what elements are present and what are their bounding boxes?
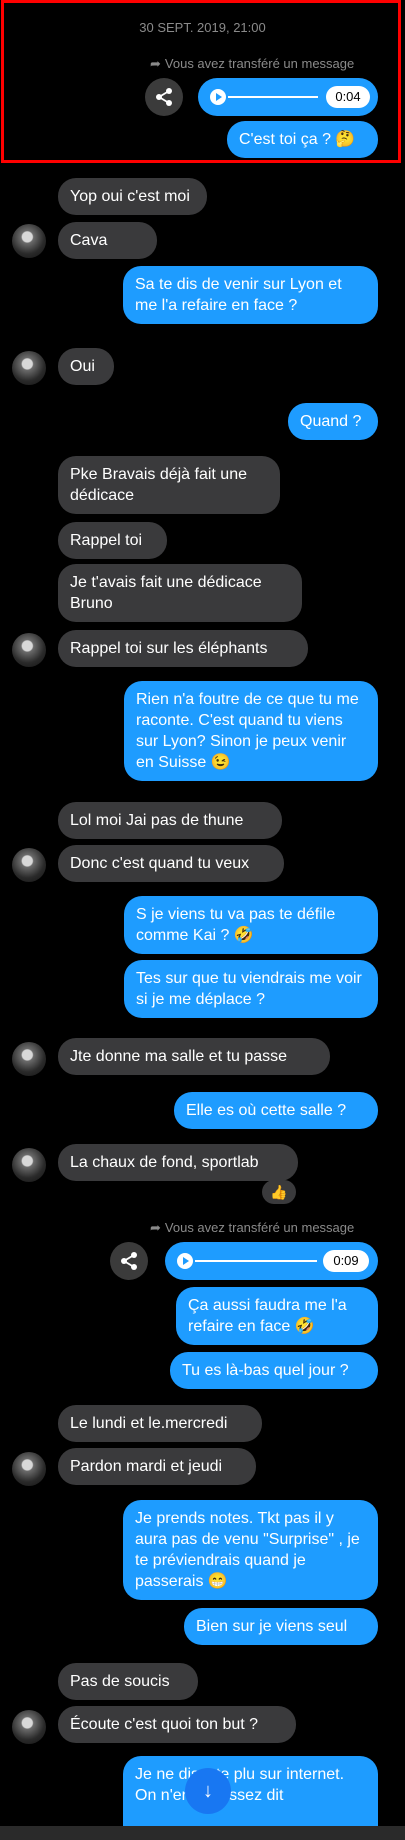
message-bubble-incoming[interactable]: Rappel toi sur les éléphants [58, 630, 308, 667]
avatar[interactable] [12, 1710, 46, 1744]
forward-notice: ➦ Vous avez transféré un message [150, 1220, 354, 1236]
audio-duration: 0:09 [323, 1250, 369, 1272]
message-bubble-incoming[interactable]: Cava [58, 222, 157, 259]
message-bubble-incoming[interactable]: Yop oui c'est moi [58, 178, 207, 215]
message-bubble-outgoing[interactable]: Ça aussi faudra me l'a refaire en face 🤣 [176, 1287, 378, 1345]
audio-duration: 0:04 [326, 86, 370, 108]
avatar[interactable] [12, 848, 46, 882]
message-bubble-incoming[interactable]: Pke Bravais déjà fait une dédicace [58, 456, 280, 514]
message-bubble-outgoing[interactable]: Quand ? [288, 403, 378, 440]
audio-message-1[interactable]: 0:04 [198, 78, 378, 116]
share-button[interactable] [110, 1242, 148, 1280]
audio-progress-track[interactable] [228, 96, 318, 98]
arrow-down-icon: ↓ [203, 1780, 213, 1802]
message-bubble-outgoing[interactable]: Je prends notes. Tkt pas il y aura pas d… [123, 1500, 378, 1600]
message-bubble-outgoing[interactable]: S je viens tu va pas te défile comme Kai… [124, 896, 378, 954]
message-bubble-incoming[interactable]: Le lundi et le.mercredi [58, 1405, 262, 1442]
message-bubble-incoming[interactable]: Oui [58, 348, 114, 385]
message-bubble-incoming[interactable]: La chaux de fond, sportlab [58, 1144, 298, 1181]
avatar[interactable] [12, 1452, 46, 1486]
forward-notice-text: Vous avez transféré un message [164, 1220, 355, 1235]
message-bubble-outgoing[interactable]: Tu es là-bas quel jour ? [170, 1352, 378, 1389]
message-bubble-incoming[interactable]: Pas de soucis [58, 1663, 198, 1700]
avatar[interactable] [12, 1042, 46, 1076]
message-bubble-outgoing[interactable]: Elle es où cette salle ? [174, 1092, 378, 1129]
scroll-to-bottom-button[interactable]: ↓ [185, 1768, 231, 1814]
audio-message-2[interactable]: 0:09 [165, 1242, 378, 1280]
message-bubble-incoming[interactable]: Je t'avais fait une dédicace Bruno [58, 564, 302, 622]
message-bubble-incoming[interactable]: Pardon mardi et jeudi [58, 1448, 256, 1485]
forward-notice-text: Vous avez transféré un message [164, 56, 355, 71]
share-icon [156, 88, 172, 106]
avatar[interactable] [12, 633, 46, 667]
message-bubble-outgoing[interactable]: Rien n'a foutre de ce que tu me raconte.… [124, 681, 378, 781]
play-icon[interactable] [177, 1253, 193, 1269]
message-bubble-incoming[interactable]: Écoute c'est quoi ton but ? [58, 1706, 296, 1743]
message-bubble-outgoing[interactable]: C'est toi ça ? 🤔 [227, 121, 378, 158]
bottom-bar [0, 1826, 405, 1840]
message-bubble-incoming[interactable]: Lol moi Jai pas de thune [58, 802, 282, 839]
avatar[interactable] [12, 1148, 46, 1182]
message-bubble-incoming[interactable]: Jte donne ma salle et tu passe [58, 1038, 330, 1075]
share-button[interactable] [145, 78, 183, 116]
forward-arrow-icon: ➦ [150, 1220, 161, 1235]
forward-arrow-icon: ➦ [150, 56, 161, 71]
avatar[interactable] [12, 224, 46, 258]
message-bubble-outgoing[interactable]: Bien sur je viens seul [184, 1608, 378, 1645]
reaction-badge[interactable]: 👍 [262, 1180, 296, 1204]
forward-notice: ➦ Vous avez transféré un message [150, 56, 354, 72]
message-bubble-outgoing[interactable]: Tes sur que tu viendrais me voir si je m… [124, 960, 378, 1018]
avatar[interactable] [12, 351, 46, 385]
message-bubble-outgoing[interactable]: Sa te dis de venir sur Lyon et me l'a re… [123, 266, 378, 324]
audio-progress-track[interactable] [195, 1260, 317, 1262]
message-bubble-incoming[interactable]: Donc c'est quand tu veux [58, 845, 284, 882]
play-icon[interactable] [210, 89, 226, 105]
share-icon [121, 1252, 137, 1270]
message-bubble-incoming[interactable]: Rappel toi [58, 522, 167, 559]
